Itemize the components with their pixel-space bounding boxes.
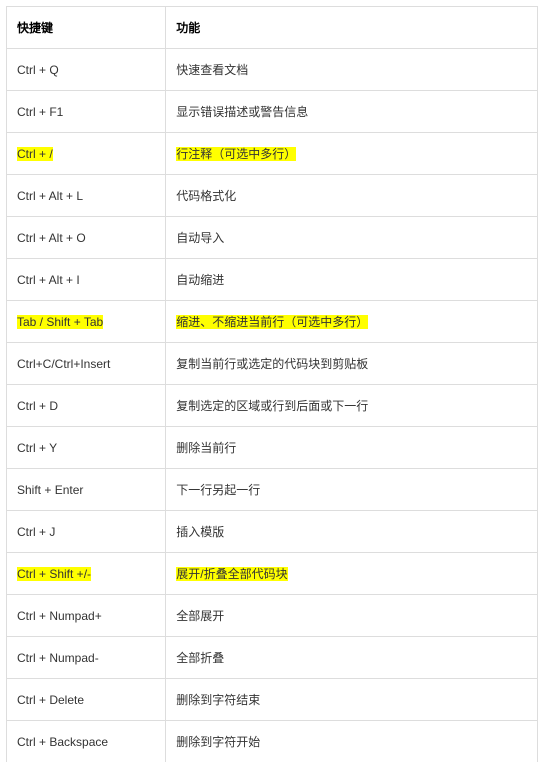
table-row: Ctrl + Backspace删除到字符开始: [7, 721, 538, 763]
shortcut-cell: Ctrl + Alt + I: [7, 259, 166, 301]
shortcut-cell: Tab / Shift + Tab: [7, 301, 166, 343]
table-row: Ctrl + Alt + L代码格式化: [7, 175, 538, 217]
table-row: Ctrl+C/Ctrl+Insert复制当前行或选定的代码块到剪贴板: [7, 343, 538, 385]
table-row: Tab / Shift + Tab 缩进、不缩进当前行（可选中多行）: [7, 301, 538, 343]
shortcut-cell: Shift + Enter: [7, 469, 166, 511]
table-row: Ctrl + Alt + O自动导入: [7, 217, 538, 259]
description-cell: 显示错误描述或警告信息: [166, 91, 538, 133]
description-cell: 删除到字符开始: [166, 721, 538, 763]
highlighted-text: Ctrl + /: [17, 147, 53, 161]
shortcut-cell: Ctrl + J: [7, 511, 166, 553]
shortcut-cell: Ctrl + F1: [7, 91, 166, 133]
table-row: Ctrl + Y删除当前行: [7, 427, 538, 469]
shortcut-cell: Ctrl + Q: [7, 49, 166, 91]
description-cell: 插入模版: [166, 511, 538, 553]
shortcut-cell: Ctrl + D: [7, 385, 166, 427]
highlighted-text: 行注释（可选中多行）: [176, 147, 296, 161]
description-cell: 全部折叠: [166, 637, 538, 679]
description-cell: 删除到字符结束: [166, 679, 538, 721]
table-row: Ctrl + Numpad+全部展开: [7, 595, 538, 637]
description-cell: 行注释（可选中多行）: [166, 133, 538, 175]
shortcut-cell: Ctrl + Alt + L: [7, 175, 166, 217]
description-cell: 全部展开: [166, 595, 538, 637]
table-row: Ctrl + Q快速查看文档: [7, 49, 538, 91]
table-row: Ctrl + / 行注释（可选中多行）: [7, 133, 538, 175]
table-row: Ctrl + Numpad-全部折叠: [7, 637, 538, 679]
header-description: 功能: [166, 7, 538, 49]
description-cell: 复制当前行或选定的代码块到剪贴板: [166, 343, 538, 385]
shortcut-table: 快捷键 功能 Ctrl + Q快速查看文档Ctrl + F1显示错误描述或警告信…: [6, 6, 538, 762]
shortcut-cell: Ctrl+C/Ctrl+Insert: [7, 343, 166, 385]
description-cell: 自动缩进: [166, 259, 538, 301]
table-row: Ctrl + D复制选定的区域或行到后面或下一行: [7, 385, 538, 427]
table-row: Ctrl + Delete删除到字符结束: [7, 679, 538, 721]
shortcut-cell: Ctrl + /: [7, 133, 166, 175]
shortcut-cell: Ctrl + Y: [7, 427, 166, 469]
highlighted-text: 展开/折叠全部代码块: [176, 567, 287, 581]
shortcut-cell: Ctrl + Delete: [7, 679, 166, 721]
table-row: Ctrl + Alt + I自动缩进: [7, 259, 538, 301]
table-row: Ctrl + J插入模版: [7, 511, 538, 553]
shortcut-cell: Ctrl + Backspace: [7, 721, 166, 763]
table-row: Shift + Enter下一行另起一行: [7, 469, 538, 511]
description-cell: 复制选定的区域或行到后面或下一行: [166, 385, 538, 427]
highlighted-text: Ctrl + Shift +/-: [17, 567, 91, 581]
description-cell: 自动导入: [166, 217, 538, 259]
shortcut-cell: Ctrl + Shift +/-: [7, 553, 166, 595]
description-cell: 缩进、不缩进当前行（可选中多行）: [166, 301, 538, 343]
description-cell: 下一行另起一行: [166, 469, 538, 511]
header-shortcut: 快捷键: [7, 7, 166, 49]
header-row: 快捷键 功能: [7, 7, 538, 49]
description-cell: 快速查看文档: [166, 49, 538, 91]
shortcut-cell: Ctrl + Numpad-: [7, 637, 166, 679]
table-row: Ctrl + F1显示错误描述或警告信息: [7, 91, 538, 133]
shortcut-cell: Ctrl + Numpad+: [7, 595, 166, 637]
description-cell: 代码格式化: [166, 175, 538, 217]
description-cell: 删除当前行: [166, 427, 538, 469]
description-cell: 展开/折叠全部代码块: [166, 553, 538, 595]
shortcut-cell: Ctrl + Alt + O: [7, 217, 166, 259]
table-row: Ctrl + Shift +/- 展开/折叠全部代码块: [7, 553, 538, 595]
highlighted-text: 缩进、不缩进当前行（可选中多行）: [176, 315, 368, 329]
highlighted-text: Tab / Shift + Tab: [17, 315, 103, 329]
